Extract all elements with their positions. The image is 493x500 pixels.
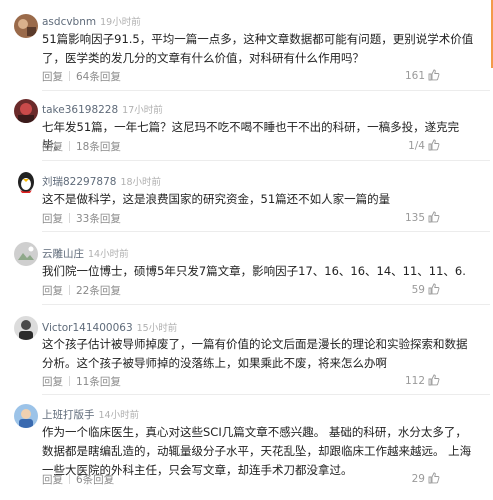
like-button[interactable]: 29	[412, 472, 440, 485]
like-count: 112	[404, 375, 425, 387]
avatar[interactable]	[14, 14, 38, 38]
divider	[69, 474, 70, 484]
reply-button[interactable]: 回复	[42, 376, 63, 388]
thumb-up-icon	[428, 283, 440, 295]
username[interactable]: Victor141400063	[42, 322, 133, 334]
username[interactable]: asdcvbnm	[42, 16, 96, 28]
avatar[interactable]	[14, 404, 38, 428]
like-button[interactable]: 135	[405, 211, 440, 224]
comment-time: 14小时前	[98, 410, 140, 421]
username[interactable]: 云雕山庄	[42, 248, 84, 260]
comment-time: 19小时前	[100, 17, 141, 28]
like-count: 135	[404, 212, 425, 224]
comment-text: 这个孩子估计被导师掉废了，一篇有价值的论文后面是漫长的理论和实验探索和数据分析。…	[42, 337, 468, 370]
comment-divider	[42, 160, 490, 161]
avatar[interactable]	[14, 316, 38, 340]
like-button[interactable]: 161	[405, 69, 440, 82]
avatar[interactable]	[14, 242, 38, 266]
comment-divider	[42, 394, 490, 395]
comment-time: 17小时前	[122, 105, 163, 116]
replies-count-link[interactable]: 6条回复	[76, 474, 114, 486]
comment-time: 18小时前	[120, 177, 162, 188]
like-count: 1/4	[408, 140, 425, 152]
like-count: 161	[404, 70, 425, 82]
reply-button[interactable]: 回复	[42, 285, 63, 297]
username[interactable]: take36198228	[42, 104, 118, 116]
thumb-up-icon	[428, 139, 440, 151]
comment-divider	[42, 231, 490, 232]
thumb-up-icon	[428, 374, 440, 386]
avatar[interactable]	[14, 170, 38, 194]
like-button[interactable]: 112	[405, 374, 440, 387]
comment-time: 15小时前	[136, 323, 178, 334]
comment-divider	[42, 90, 490, 91]
like-button[interactable]: 59	[412, 283, 440, 296]
reply-button[interactable]: 回复	[42, 213, 63, 225]
comment-text: 这不是做科学，这是浪费国家的研究资金，51篇还不如人家一篇的量	[42, 192, 391, 206]
thumb-up-icon	[428, 472, 440, 484]
divider	[69, 71, 70, 81]
replies-count-link[interactable]: 18条回复	[76, 141, 121, 153]
like-count: 59	[411, 284, 425, 296]
avatar[interactable]	[14, 99, 38, 123]
comment-text: 51篇影响因子91.5，平均一篇一点多，这种文章数据都可能有问题，更别说学术价值…	[42, 32, 474, 65]
thumb-up-icon	[428, 69, 440, 81]
divider	[69, 285, 70, 295]
replies-count-link[interactable]: 33条回复	[76, 213, 121, 225]
reply-button[interactable]: 回复	[42, 71, 63, 83]
replies-count-link[interactable]: 11条回复	[76, 376, 121, 388]
like-button[interactable]: 1/4	[408, 139, 440, 152]
reply-button[interactable]: 回复	[42, 141, 63, 153]
like-count: 29	[411, 473, 425, 485]
comment-time: 14小时前	[88, 249, 129, 260]
username[interactable]: 上班打版手	[42, 409, 95, 421]
divider	[69, 141, 70, 151]
replies-count-link[interactable]: 22条回复	[76, 285, 121, 297]
thumb-up-icon	[428, 211, 440, 223]
comment-divider	[42, 304, 490, 305]
username[interactable]: 刘瑞82297878	[42, 176, 116, 188]
divider	[69, 213, 70, 223]
comment-text: 我们院一位博士，硕博5年只发7篇文章，影响因子17、16、16、14、11、11…	[42, 264, 466, 278]
divider	[69, 376, 70, 386]
replies-count-link[interactable]: 64条回复	[76, 71, 121, 83]
reply-button[interactable]: 回复	[42, 474, 63, 486]
